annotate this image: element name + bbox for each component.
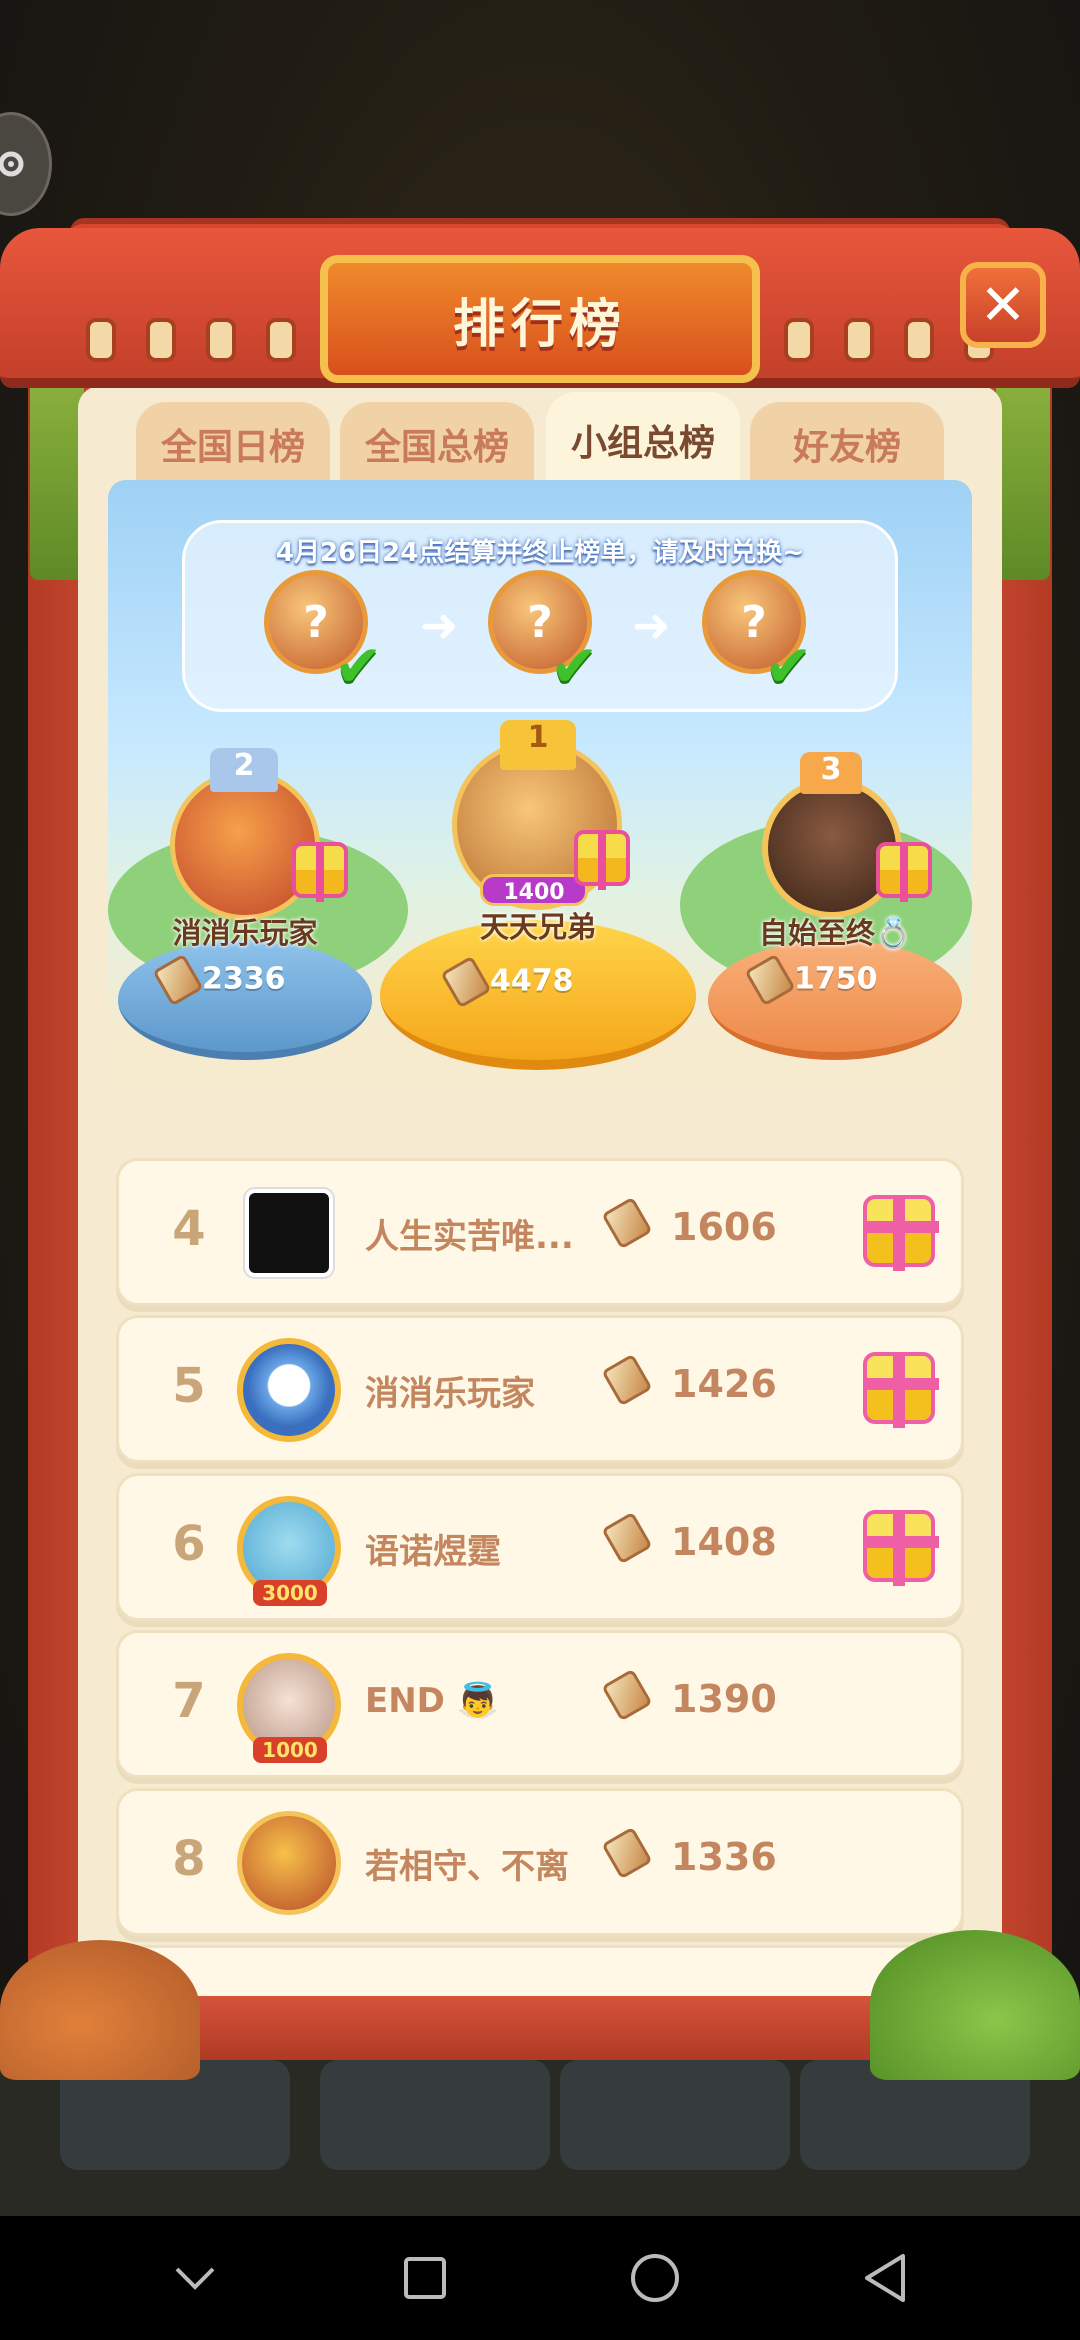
score-value: 1606 — [671, 1205, 777, 1249]
ticket-icon — [601, 1196, 653, 1250]
gift-icon[interactable] — [863, 1352, 939, 1428]
gift-icon[interactable] — [292, 842, 348, 902]
list-item[interactable]: 8 若相守、不离 1336 — [116, 1788, 964, 1936]
check-icon: ✔ — [764, 632, 813, 700]
notice-text: 4月26日24点结算并终止榜单，请及时兑换~ — [275, 538, 805, 568]
list-item[interactable]: 5 消消乐玩家 1426 — [116, 1315, 964, 1463]
level-badge: 1400 — [480, 874, 588, 906]
ticket-icon — [601, 1826, 653, 1880]
gift-icon[interactable] — [876, 842, 932, 902]
lantern-decoration — [206, 318, 236, 362]
ticket-icon — [152, 953, 204, 1007]
tab-friends[interactable]: 好友榜 — [750, 402, 944, 486]
close-icon: ✕ — [979, 272, 1027, 338]
background-button — [560, 2060, 790, 2170]
score-value: 1426 — [671, 1362, 777, 1406]
tab-group-total[interactable]: 小组总榜 — [546, 392, 740, 488]
player-name: END 👼 — [365, 1681, 500, 1721]
rock-decoration-left — [0, 1940, 200, 2080]
score-value: 1336 — [671, 1835, 777, 1879]
avatar — [237, 1811, 341, 1915]
podium-third-name: 自始至终💍 — [758, 916, 912, 950]
lantern-decoration — [146, 318, 176, 362]
lantern-decoration — [86, 318, 116, 362]
rank-number: 6 — [172, 1516, 206, 1572]
list-item[interactable]: 6 3000 语诺煜霆 1408 — [116, 1473, 964, 1621]
bush-decoration-right — [870, 1930, 1080, 2080]
score-value: 1750 — [794, 961, 878, 997]
player-name: 人生实苦唯... — [365, 1217, 574, 1257]
rank-number: 4 — [172, 1201, 206, 1257]
tab-national-daily[interactable]: 全国日榜 — [136, 402, 330, 486]
podium-second — [118, 940, 372, 1060]
gift-icon[interactable] — [574, 830, 630, 890]
ticket-icon — [601, 1353, 653, 1407]
crown-first-icon: 1 — [500, 720, 576, 770]
check-icon: ✔ — [550, 632, 599, 700]
ticket-icon — [440, 955, 492, 1009]
podium-first-score: 4478 — [440, 955, 668, 1009]
score-value: 1390 — [671, 1677, 777, 1721]
podium-third — [708, 940, 962, 1060]
circle-icon — [631, 2254, 679, 2302]
gift-icon[interactable] — [863, 1510, 939, 1586]
nav-back-button[interactable] — [845, 2238, 925, 2318]
pillar-right — [996, 380, 1050, 580]
avatar — [245, 1189, 333, 1277]
arrow-right-icon: ➜ — [420, 598, 459, 652]
list-item[interactable]: 7 1000 END 👼 1390 — [116, 1630, 964, 1778]
gift-icon[interactable] — [863, 1195, 939, 1271]
nav-home-button[interactable] — [615, 2238, 695, 2318]
ticket-icon — [601, 1511, 653, 1565]
nav-down-button[interactable] — [155, 2238, 235, 2318]
player-name: 消消乐玩家 — [365, 1374, 535, 1414]
rank-number: 5 — [172, 1358, 206, 1414]
score-value: 1408 — [671, 1520, 777, 1564]
lantern-decoration — [266, 318, 296, 362]
check-icon: ✔ — [334, 632, 383, 700]
podium-first-name: 天天兄弟 — [479, 910, 596, 944]
background-button — [320, 2060, 550, 2170]
tab-label: 好友榜 — [792, 427, 901, 468]
frame-badge: 1000 — [253, 1737, 327, 1763]
system-navigation-bar — [0, 2216, 1080, 2340]
lantern-decoration — [844, 318, 874, 362]
podium-second-score: 2336 — [152, 953, 380, 1007]
player-name: 语诺煜霆 — [365, 1532, 501, 1572]
tab-national-total[interactable]: 全国总榜 — [340, 402, 534, 486]
arrow-right-icon: ➜ — [632, 598, 671, 652]
close-button[interactable]: ✕ — [960, 262, 1046, 348]
frame-badge: 3000 — [253, 1580, 327, 1606]
lantern-decoration — [904, 318, 934, 362]
square-icon — [404, 2257, 446, 2299]
nav-recents-button[interactable] — [385, 2238, 465, 2318]
podium-third-score: 1750 — [744, 953, 972, 1007]
crown-third-icon: 3 — [800, 752, 862, 794]
podium-second-name: 消消乐玩家 — [172, 916, 318, 950]
triangle-back-icon — [865, 2254, 905, 2302]
rank-number: 8 — [172, 1831, 206, 1887]
crown-second-icon: 2 — [210, 748, 278, 792]
score-value: 4478 — [490, 963, 574, 999]
score-value: 2336 — [202, 961, 286, 997]
tab-label: 全国日榜 — [160, 427, 305, 468]
tab-label: 小组总榜 — [570, 423, 715, 464]
lantern-decoration — [784, 318, 814, 362]
ticket-icon — [601, 1668, 653, 1722]
avatar — [237, 1338, 341, 1442]
player-name: 若相守、不离 — [365, 1847, 569, 1887]
page-title: 排行榜 — [452, 294, 627, 355]
tab-label: 全国总榜 — [364, 427, 509, 468]
title-plate: 排行榜 — [320, 255, 760, 383]
pillar-left — [30, 380, 84, 580]
rank-number: 7 — [172, 1673, 206, 1729]
list-item[interactable]: 4 人生实苦唯... 1606 — [116, 1158, 964, 1306]
ticket-icon — [744, 953, 796, 1007]
chevron-down-icon — [175, 2267, 215, 2290]
